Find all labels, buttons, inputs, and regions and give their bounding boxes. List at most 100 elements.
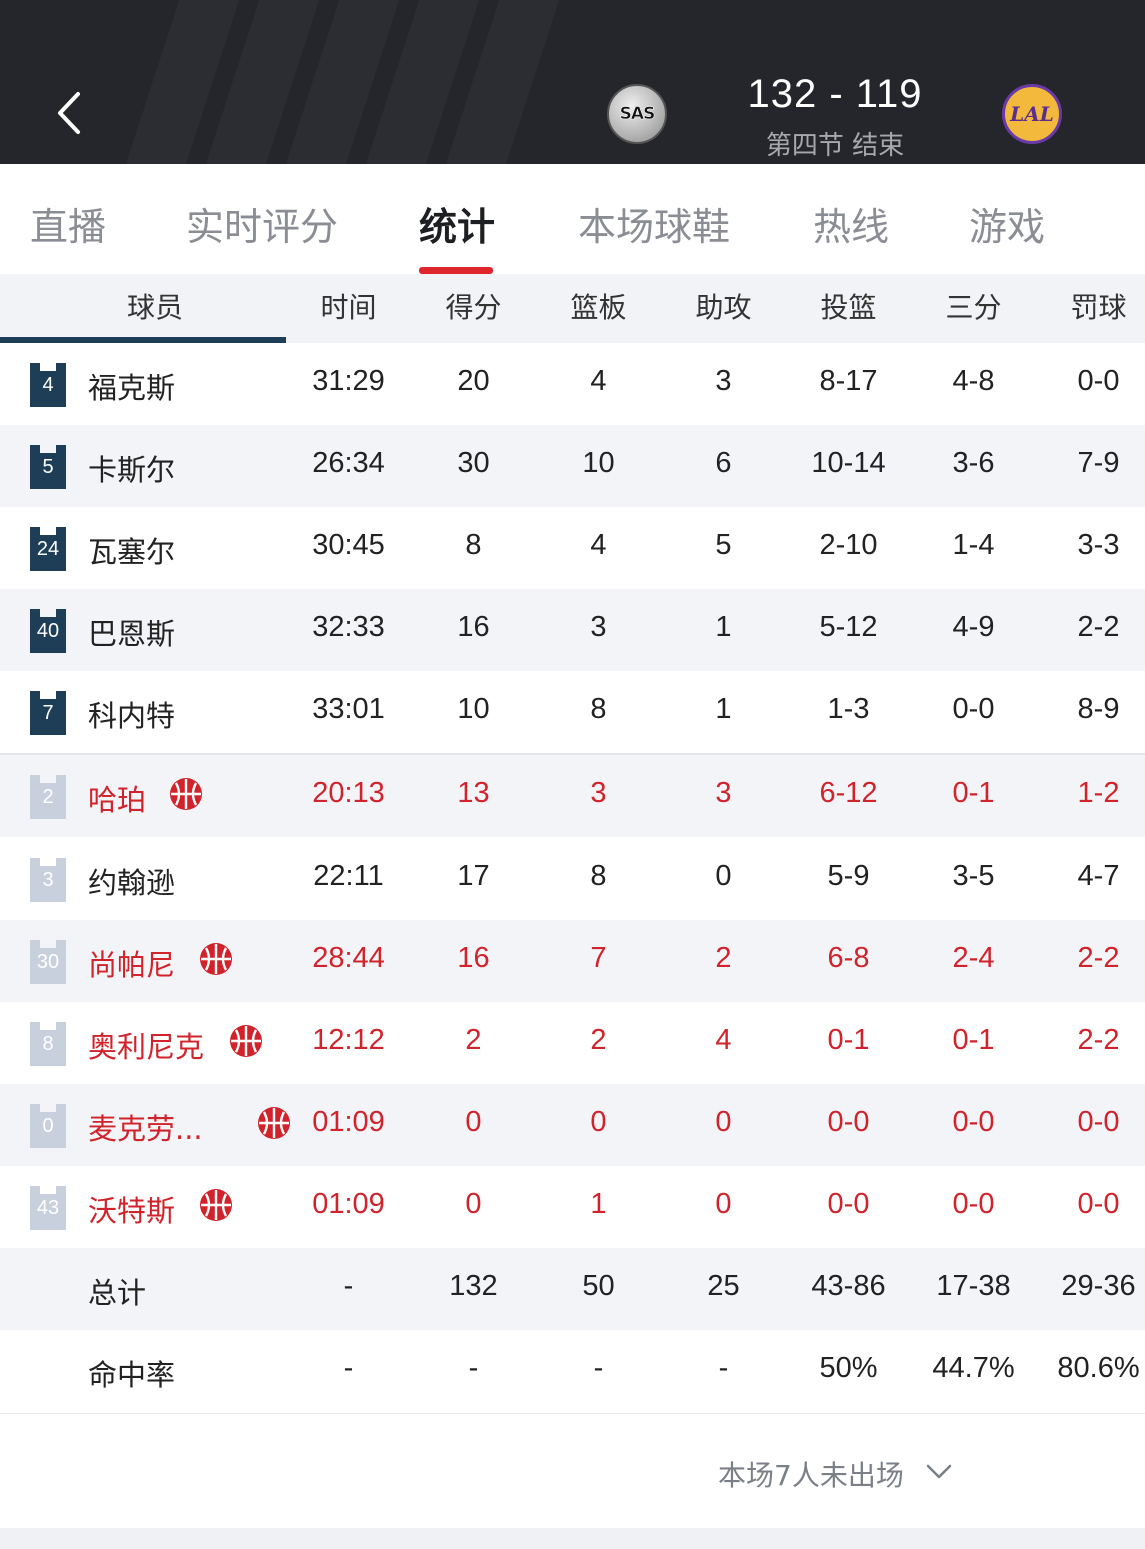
tab-live-rating[interactable]: 实时评分	[186, 196, 338, 251]
player-cell[interactable]: 7 科内特	[0, 671, 286, 753]
basketball-icon	[200, 943, 232, 975]
totals-row-reb: 50	[582, 1270, 615, 1302]
stat-reb: 3	[590, 611, 607, 643]
stat-ft: 2-2	[1077, 1024, 1120, 1056]
player-cell[interactable]: 5 卡斯尔	[0, 425, 286, 507]
stat-ast: 3	[715, 777, 732, 809]
jersey-icon: 24	[30, 527, 66, 571]
column-header-field-goals[interactable]: 投篮	[786, 286, 911, 326]
player-name[interactable]: 沃特斯	[88, 1188, 175, 1230]
player-row[interactable]: 3 约翰逊 22:11 17 8 0 5-9 3-5 4-7	[0, 838, 1145, 920]
player-name[interactable]: 哈珀	[88, 777, 146, 819]
player-cell[interactable]: 0 麦克劳...	[0, 1084, 290, 1166]
stat-ast: 0	[715, 860, 732, 892]
stat-ft: 2-2	[1077, 611, 1120, 643]
stat-fg: 6-8	[827, 942, 870, 974]
percentages-row: 命中率 - - - - 50% 44.7% 80.6%	[0, 1330, 1145, 1412]
column-header-points[interactable]: 得分	[411, 286, 536, 326]
totals-row-tp: 17-38	[936, 1270, 1011, 1302]
jersey-icon: 43	[30, 1186, 66, 1230]
column-header-time[interactable]: 时间	[286, 286, 411, 326]
column-header-three-pointers[interactable]: 三分	[911, 286, 1036, 326]
stat-fg: 5-9	[827, 860, 870, 892]
stat-tp: 4-8	[952, 365, 995, 397]
player-row[interactable]: 40 巴恩斯 32:33 16 3 1 5-12 4-9 2-2	[0, 589, 1145, 671]
player-cell[interactable]: 4 福克斯	[0, 343, 286, 425]
stat-reb: 8	[590, 693, 607, 725]
player-name[interactable]: 约翰逊	[88, 860, 175, 902]
percentages-row-reb: -	[593, 1352, 604, 1384]
player-cell[interactable]: 8 奥利尼克	[0, 1002, 286, 1084]
column-header-assists[interactable]: 助攻	[661, 286, 786, 326]
tab-live[interactable]: 直播	[30, 196, 106, 251]
column-header-free-throws[interactable]: 罚球	[1036, 286, 1145, 326]
player-name[interactable]: 科内特	[88, 693, 175, 735]
stat-tp: 0-1	[952, 777, 995, 809]
player-name[interactable]: 巴恩斯	[88, 611, 175, 653]
player-row[interactable]: 43 沃特斯 01:09 0 1 0 0-0 0-0 0-0	[0, 1166, 1145, 1248]
player-name[interactable]: 瓦塞尔	[88, 529, 175, 571]
column-header-player[interactable]: 球员	[30, 286, 280, 326]
player-name[interactable]: 奥利尼克	[88, 1024, 204, 1066]
back-button[interactable]	[50, 88, 90, 138]
stat-ft: 3-3	[1077, 529, 1120, 561]
totals-row-pts: 132	[449, 1270, 498, 1302]
percentages-row-time: -	[343, 1352, 354, 1384]
percentages-row-fg: 50%	[819, 1352, 878, 1384]
jersey-icon: 2	[30, 775, 66, 819]
stat-tp: 3-5	[952, 860, 995, 892]
player-row[interactable]: 5 卡斯尔 26:34 30 10 6 10-14 3-6 7-9	[0, 425, 1145, 507]
tab-shoes[interactable]: 本场球鞋	[578, 196, 730, 251]
stat-ast: 1	[715, 611, 732, 643]
player-cell[interactable]: 43 沃特斯	[0, 1166, 286, 1248]
tab-bar: 直播 实时评分 统计 本场球鞋 热线 游戏	[0, 164, 1145, 274]
chevron-left-icon	[58, 92, 80, 134]
jersey-number: 40	[36, 620, 60, 642]
stat-pts: 16	[457, 942, 490, 974]
away-logo-text: LAL	[1010, 102, 1054, 126]
stat-ft: 7-9	[1077, 447, 1120, 479]
jersey-icon: 3	[30, 858, 66, 902]
player-row[interactable]: 2 哈珀 20:13 13 3 3 6-12 0-1 1-2	[0, 755, 1145, 837]
stat-ast: 0	[715, 1188, 732, 1220]
player-cell[interactable]: 2 哈珀	[0, 755, 286, 837]
away-team-logo[interactable]: LAL	[1002, 84, 1062, 144]
tab-stats[interactable]: 统计	[419, 196, 495, 251]
player-row[interactable]: 4 福克斯 31:29 20 4 3 8-17 4-8 0-0	[0, 343, 1145, 425]
did-not-play-toggle[interactable]: 本场7人未出场	[718, 1454, 904, 1494]
home-team-logo[interactable]: SAS	[607, 84, 667, 144]
tab-hotline[interactable]: 热线	[813, 196, 889, 251]
player-name[interactable]: 福克斯	[88, 365, 175, 407]
player-name[interactable]: 尚帕尼	[88, 942, 175, 984]
stat-time: 01:09	[312, 1188, 385, 1220]
player-cell[interactable]: 40 巴恩斯	[0, 589, 286, 671]
stat-fg: 10-14	[811, 447, 886, 479]
stat-time: 26:34	[312, 447, 385, 479]
jersey-number: 3	[42, 869, 54, 891]
player-row[interactable]: 30 尚帕尼 28:44 16 7 2 6-8 2-4 2-2	[0, 920, 1145, 1002]
game-header: SAS 132 - 119 第四节 结束 LAL	[0, 0, 1145, 164]
stat-tp: 3-6	[952, 447, 995, 479]
player-name[interactable]: 卡斯尔	[88, 447, 175, 489]
player-cell[interactable]: 24 瓦塞尔	[0, 507, 286, 589]
percentages-row-label: 命中率	[88, 1358, 176, 1392]
starters-bench-divider	[0, 753, 1145, 755]
stat-time: 33:01	[312, 693, 385, 725]
basketball-icon	[200, 1189, 232, 1221]
player-row[interactable]: 8 奥利尼克 12:12 2 2 4 0-1 0-1 2-2	[0, 1002, 1145, 1084]
stat-pts: 2	[465, 1024, 482, 1056]
player-cell[interactable]: 3 约翰逊	[0, 838, 286, 920]
player-row[interactable]: 7 科内特 33:01 10 8 1 1-3 0-0 8-9	[0, 671, 1145, 753]
jersey-number: 43	[36, 1197, 60, 1219]
player-row[interactable]: 24 瓦塞尔 30:45 8 4 5 2-10 1-4 3-3	[0, 507, 1145, 589]
column-header-rebounds[interactable]: 篮板	[536, 286, 661, 326]
jersey-icon: 7	[30, 691, 66, 735]
player-cell[interactable]: 30 尚帕尼	[0, 920, 286, 1002]
stats-table-header: 球员 时间 得分 篮板 助攻 投篮 三分 罚球	[0, 274, 1145, 343]
player-row[interactable]: 0 麦克劳... 01:09 0 0 0 0-0 0-0 0-0	[0, 1084, 1145, 1166]
totals-row-label: 总计	[88, 1276, 147, 1310]
totals-row: 总计 - 132 50 25 43-86 17-38 29-36	[0, 1248, 1145, 1330]
tab-games[interactable]: 游戏	[969, 196, 1045, 251]
player-name[interactable]: 麦克劳...	[88, 1106, 203, 1148]
chevron-down-icon[interactable]	[926, 1462, 952, 1482]
